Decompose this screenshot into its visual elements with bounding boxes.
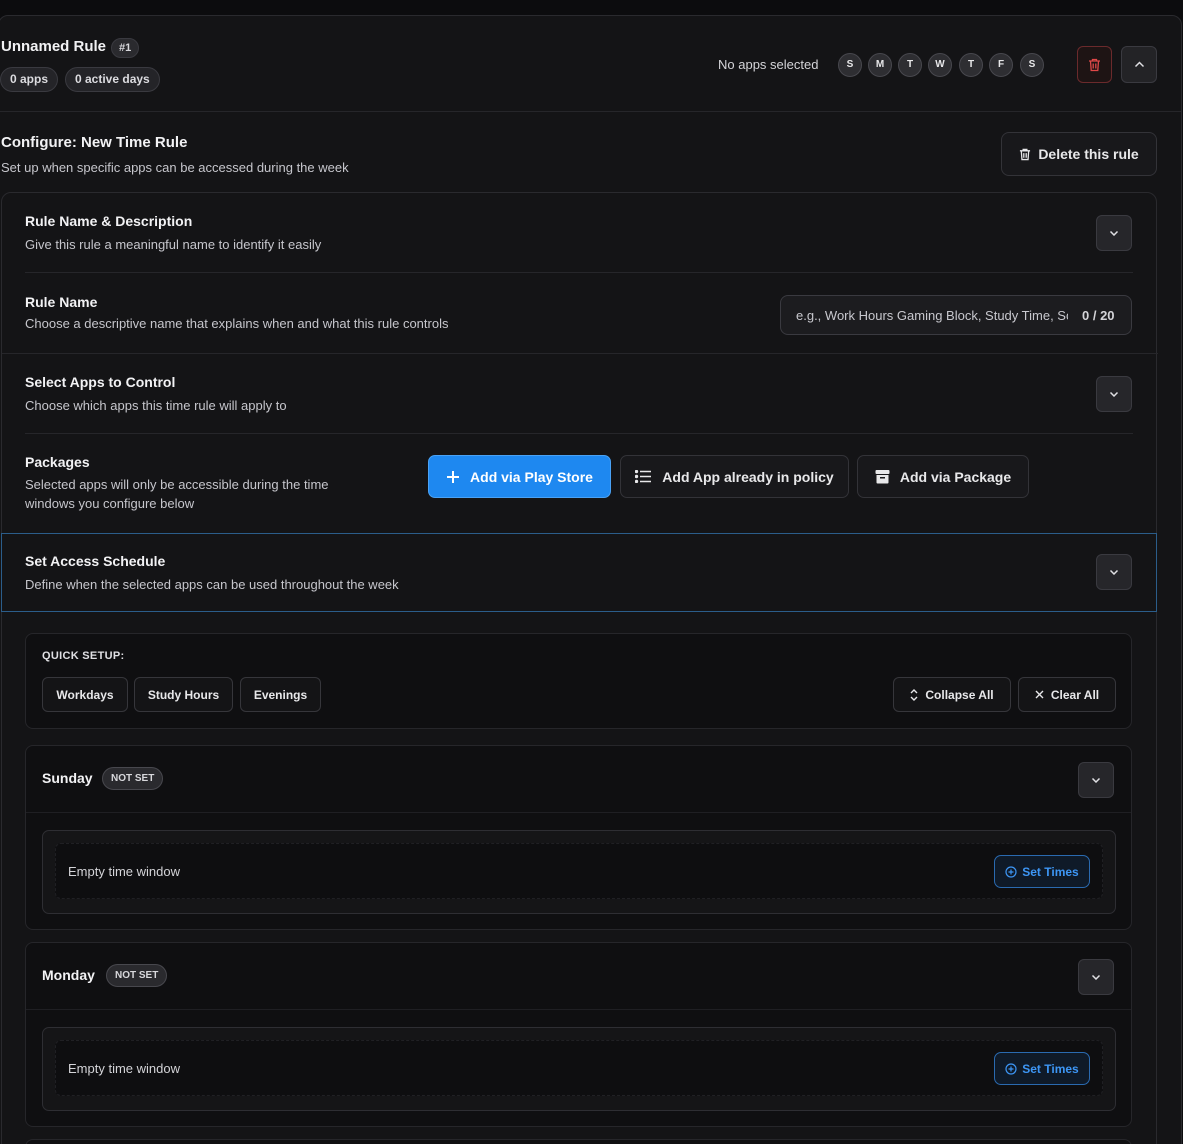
time-window-slot: Empty time window Set Times bbox=[55, 843, 1103, 899]
rule-name-section-subtitle: Give this rule a meaningful name to iden… bbox=[25, 237, 322, 252]
chevron-down-icon bbox=[1109, 569, 1119, 575]
day-name: Monday bbox=[42, 967, 95, 983]
char-counter: 0 / 20 bbox=[1082, 307, 1115, 323]
empty-window-text: Empty time window bbox=[68, 864, 180, 879]
delete-rule-icon-button[interactable] bbox=[1077, 46, 1112, 83]
day-card-next bbox=[25, 1139, 1132, 1144]
day-expand-toggle[interactable] bbox=[1078, 959, 1114, 995]
chevron-down-icon bbox=[1091, 974, 1101, 980]
add-via-package-button[interactable]: Add via Package bbox=[857, 455, 1029, 498]
set-times-label: Set Times bbox=[1022, 864, 1079, 879]
packages-help: Selected apps will only be accessible du… bbox=[25, 477, 329, 511]
time-window-slot: Empty time window Set Times bbox=[55, 1040, 1103, 1096]
clear-all-label: Clear All bbox=[1050, 687, 1100, 702]
add-via-package-label: Add via Package bbox=[899, 468, 1012, 485]
add-app-in-policy-label: Add App already in policy bbox=[662, 468, 834, 485]
day-card-monday: Monday NOT SET Empty time window Set Tim… bbox=[25, 942, 1132, 1127]
weekday-dot-wednesday: W bbox=[928, 53, 952, 77]
divider bbox=[2, 353, 1158, 354]
chevron-down-icon bbox=[1109, 230, 1119, 236]
configure-title: Configure: New Time Rule bbox=[1, 134, 188, 151]
quick-setup-label: QUICK SETUP: bbox=[42, 650, 125, 662]
day-card-sunday: Sunday NOT SET Empty time window Set Tim… bbox=[25, 745, 1132, 930]
time-window: Empty time window Set Times bbox=[42, 830, 1116, 914]
collapse-all-button[interactable]: Collapse All bbox=[893, 677, 1011, 712]
add-app-in-policy-button[interactable]: Add App already in policy bbox=[620, 455, 849, 498]
preset-study-hours-button[interactable]: Study Hours bbox=[134, 677, 233, 712]
rule-name-field[interactable]: 0 / 20 bbox=[780, 295, 1132, 335]
close-icon bbox=[1035, 690, 1044, 699]
rule-header[interactable]: Unnamed Rule #1 0 apps 0 active days No … bbox=[0, 16, 1181, 112]
trash-icon bbox=[1020, 148, 1031, 160]
packages-label: Packages bbox=[25, 454, 90, 470]
divider bbox=[26, 1009, 1131, 1010]
divider bbox=[25, 433, 1133, 434]
apps-count-pill: 0 apps bbox=[0, 67, 59, 92]
preset-workdays-button[interactable]: Workdays bbox=[42, 677, 128, 712]
plus-circle-icon bbox=[1005, 865, 1017, 878]
day-expand-toggle[interactable] bbox=[1078, 762, 1114, 798]
weekday-dot-thursday: T bbox=[959, 53, 983, 77]
weekday-dot-monday: M bbox=[868, 53, 892, 77]
empty-window-text: Empty time window bbox=[68, 1061, 180, 1076]
set-times-button[interactable]: Set Times bbox=[994, 1052, 1090, 1085]
weekday-dot-saturday: S bbox=[1020, 53, 1044, 77]
rule-title: Unnamed Rule bbox=[1, 38, 107, 55]
divider bbox=[26, 812, 1131, 813]
day-status-badge: NOT SET bbox=[106, 964, 168, 987]
delete-this-rule-button[interactable]: Delete this rule bbox=[1001, 132, 1157, 176]
weekday-dot-tuesday: T bbox=[898, 53, 922, 77]
add-via-play-store-label: Add via Play Store bbox=[470, 468, 593, 485]
rule-name-label: Rule Name bbox=[25, 294, 98, 310]
weekday-dot-friday: F bbox=[989, 53, 1013, 77]
clear-all-button[interactable]: Clear All bbox=[1018, 677, 1116, 712]
configure-subtitle: Set up when specific apps can be accesse… bbox=[1, 160, 349, 175]
plus-circle-icon bbox=[1005, 1062, 1017, 1075]
preset-evenings-button[interactable]: Evenings bbox=[240, 677, 321, 712]
rule-number-badge: #1 bbox=[111, 38, 140, 58]
schedule-section-subtitle: Define when the selected apps can be use… bbox=[25, 577, 399, 592]
schedule-section-header[interactable]: Set Access Schedule Define when the sele… bbox=[1, 533, 1157, 612]
collapse-all-label: Collapse All bbox=[925, 687, 994, 702]
trash-icon bbox=[1089, 58, 1100, 71]
schedule-section-title: Set Access Schedule bbox=[25, 553, 166, 569]
rule-config-panel: Rule Name & Description Give this rule a… bbox=[1, 192, 1158, 1144]
apps-section-title: Select Apps to Control bbox=[25, 374, 176, 390]
apps-status-text: No apps selected bbox=[718, 57, 819, 72]
chevron-down-icon bbox=[1091, 777, 1101, 783]
add-via-play-store-button[interactable]: Add via Play Store bbox=[428, 455, 611, 498]
schedule-section-toggle[interactable] bbox=[1096, 554, 1132, 590]
time-window: Empty time window Set Times bbox=[42, 1027, 1116, 1111]
day-status-badge: NOT SET bbox=[102, 767, 164, 790]
list-icon bbox=[635, 470, 652, 483]
set-times-label: Set Times bbox=[1022, 1061, 1079, 1076]
delete-this-rule-label: Delete this rule bbox=[1038, 146, 1139, 162]
chevron-down-icon bbox=[1109, 391, 1119, 397]
time-rule-card: Unnamed Rule #1 0 apps 0 active days No … bbox=[0, 15, 1182, 1144]
divider bbox=[25, 272, 1133, 273]
active-days-pill: 0 active days bbox=[65, 67, 160, 92]
day-name: Sunday bbox=[42, 770, 93, 786]
collapse-rule-button[interactable] bbox=[1121, 46, 1157, 83]
archive-box-icon bbox=[875, 470, 890, 484]
apps-section-toggle[interactable] bbox=[1096, 376, 1132, 412]
rule-name-section-toggle[interactable] bbox=[1096, 215, 1132, 251]
set-times-button[interactable]: Set Times bbox=[994, 855, 1090, 888]
rule-name-input[interactable] bbox=[796, 307, 1068, 323]
apps-section-subtitle: Choose which apps this time rule will ap… bbox=[25, 398, 287, 413]
chevrons-up-down-icon bbox=[910, 688, 918, 701]
weekday-dot-sunday: S bbox=[838, 53, 862, 77]
quick-setup-panel: QUICK SETUP: Workdays Study Hours Evenin… bbox=[25, 633, 1132, 729]
plus-icon bbox=[447, 470, 460, 483]
chevron-up-icon bbox=[1134, 61, 1144, 68]
rule-name-section-title: Rule Name & Description bbox=[25, 213, 193, 229]
rule-name-help: Choose a descriptive name that explains … bbox=[25, 316, 449, 331]
